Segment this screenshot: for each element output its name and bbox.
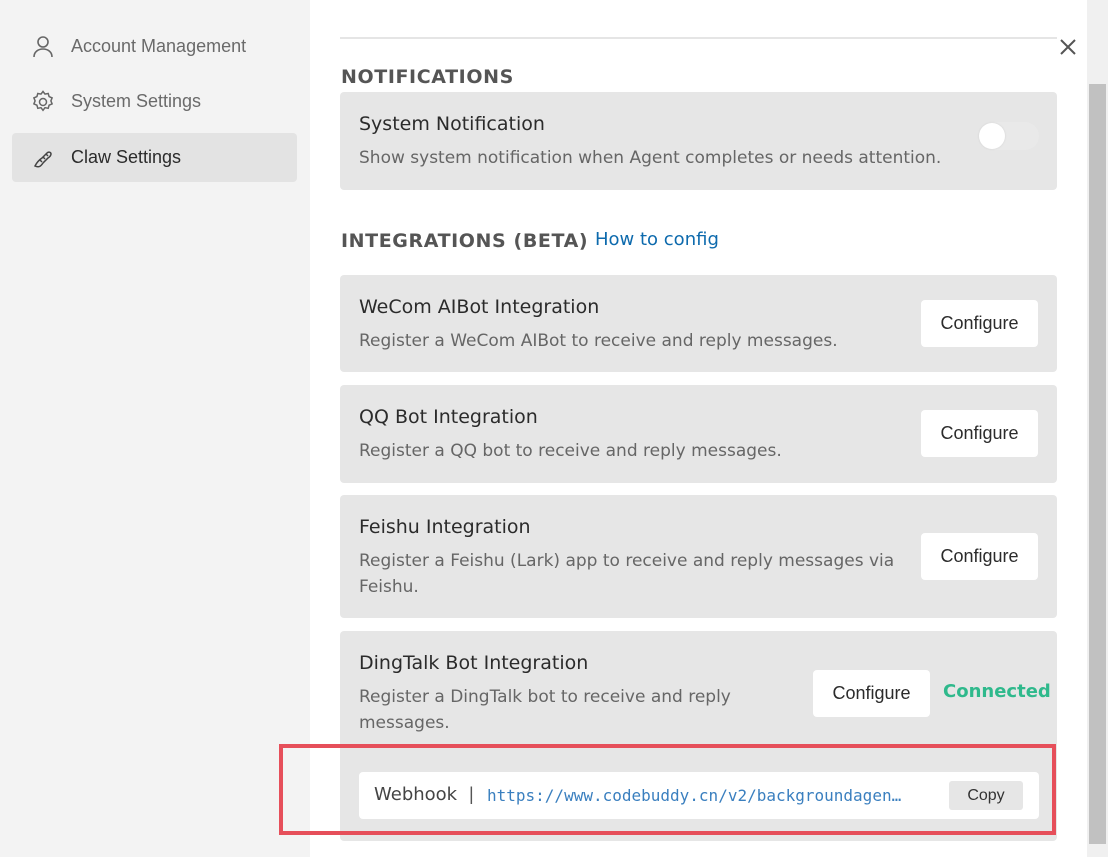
connected-status: Connected [943, 681, 1051, 702]
system-notification-toggle[interactable] [979, 122, 1039, 150]
card-title: Feishu Integration [359, 516, 531, 538]
card-description: Register a DingTalk bot to receive and r… [359, 687, 731, 733]
card-description: Show system notification when Agent comp… [359, 148, 942, 168]
highlight-box [279, 744, 1056, 835]
close-icon [1059, 38, 1077, 61]
claw-icon [30, 145, 56, 171]
feishu-configure-button[interactable]: Configure [921, 533, 1038, 580]
gear-icon [30, 89, 56, 115]
user-icon [30, 34, 56, 60]
sidebar-item-label: Account Management [71, 36, 247, 56]
sidebar-item-system-settings[interactable]: System Settings [12, 77, 297, 126]
card-description: Register a WeCom AIBot to receive and re… [359, 331, 838, 351]
system-notification-card: System Notification Show system notifica… [340, 92, 1057, 190]
sidebar-item-claw-settings[interactable]: Claw Settings [12, 133, 297, 182]
sidebar-item-account-management[interactable]: Account Management [12, 22, 297, 71]
card-title: WeCom AIBot Integration [359, 296, 600, 318]
settings-sidebar: Account Management System Settings Claw … [0, 0, 310, 857]
notifications-section-title: NOTIFICATIONS [341, 66, 514, 88]
toggle-knob [979, 123, 1005, 149]
integrations-section-title: INTEGRATIONS (BETA) [341, 230, 589, 252]
sidebar-item-label: Claw Settings [71, 147, 182, 167]
qq-configure-button[interactable]: Configure [921, 410, 1038, 457]
card-title: QQ Bot Integration [359, 406, 538, 428]
wecom-configure-button[interactable]: Configure [921, 300, 1038, 347]
dingtalk-configure-button[interactable]: Configure [813, 670, 930, 717]
card-title: System Notification [359, 113, 545, 135]
close-button[interactable] [1057, 38, 1079, 60]
card-title: DingTalk Bot Integration [359, 652, 589, 674]
how-to-config-link[interactable]: How to config [595, 229, 719, 250]
sidebar-item-label: System Settings [71, 91, 202, 111]
scrollbar-thumb[interactable] [1089, 84, 1106, 844]
header-divider [340, 37, 1057, 39]
card-description: Register a QQ bot to receive and reply m… [359, 441, 782, 461]
card-description: Register a Feishu (Lark) app to receive … [359, 551, 895, 597]
